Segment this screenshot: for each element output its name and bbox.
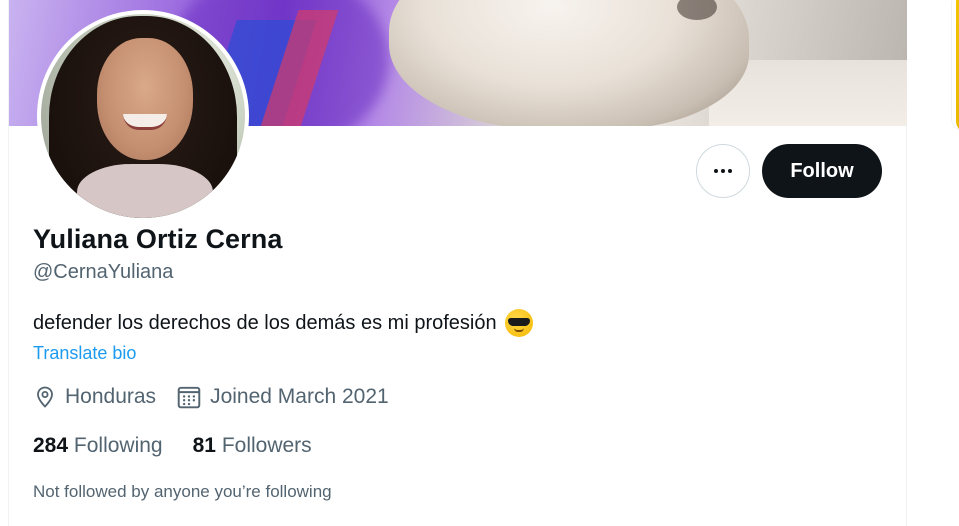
profile-avatar[interactable] <box>37 10 249 222</box>
joined-text: Joined March 2021 <box>210 385 389 408</box>
following-label: Following <box>73 434 163 457</box>
profile-column: Follow Yuliana Ortiz Cerna @CernaYuliana… <box>9 0 907 526</box>
left-gutter <box>0 0 9 526</box>
display-name: Yuliana Ortiz Cerna <box>33 224 283 254</box>
user-handle: @CernaYuliana <box>33 261 174 283</box>
follow-button[interactable]: Follow <box>762 144 882 198</box>
followers-link[interactable]: 81 Followers <box>193 434 312 458</box>
location-pin-icon <box>37 386 53 408</box>
followers-count: 81 <box>192 434 216 457</box>
right-sidebar <box>907 0 959 526</box>
more-horizontal-icon <box>714 169 732 173</box>
bio: defender los derechos de los demás es mi… <box>33 309 533 337</box>
sidebar-card[interactable] <box>951 0 959 132</box>
location-item: Honduras <box>33 385 156 409</box>
followers-label: Followers <box>221 434 312 457</box>
following-count: 284 <box>33 434 69 457</box>
sunglasses-emoji-icon <box>504 309 533 337</box>
follow-stats: 284 Following 81 Followers <box>33 434 342 458</box>
joined-item: Joined March 2021 <box>176 384 389 410</box>
location-text: Honduras <box>65 385 157 408</box>
calendar-icon <box>177 386 201 409</box>
bio-text: defender los derechos de los demás es mi… <box>33 311 497 334</box>
translate-bio-link[interactable]: Translate bio <box>33 343 136 364</box>
more-options-button[interactable] <box>696 144 750 198</box>
mutuals-note: Not followed by anyone you’re following <box>33 482 332 501</box>
following-link[interactable]: 284 Following <box>33 434 163 458</box>
profile-meta: Honduras Joined March 2021 <box>33 384 409 410</box>
